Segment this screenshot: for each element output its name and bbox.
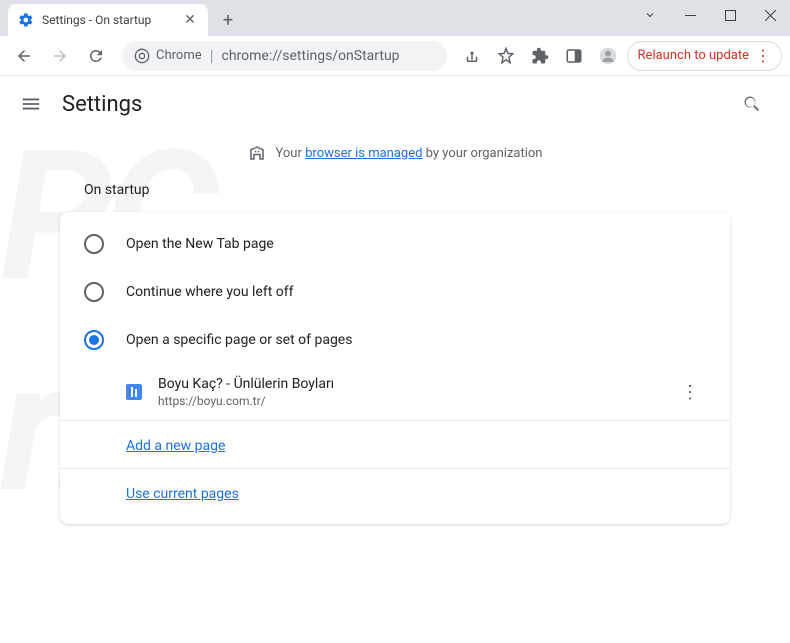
radio-option-newtab[interactable]: Open the New Tab page	[60, 220, 730, 268]
minimize-button[interactable]	[670, 0, 710, 30]
page-favicon	[126, 384, 142, 400]
maximize-button[interactable]	[710, 0, 750, 30]
page-title: Settings	[62, 92, 142, 117]
tab-title: Settings - On startup	[42, 13, 174, 27]
radio-option-continue[interactable]: Continue where you left off	[60, 268, 730, 316]
site-info-icon[interactable]: Chrome	[134, 48, 202, 64]
browser-tab[interactable]: Settings - On startup ✕	[8, 4, 208, 36]
forward-button[interactable]	[44, 40, 76, 72]
sidepanel-icon[interactable]	[559, 41, 589, 71]
browser-toolbar: Chrome | chrome://settings/onStartup Rel…	[0, 36, 790, 76]
managed-banner: Your browser is managed by your organiza…	[0, 132, 790, 182]
chevron-down-icon[interactable]	[630, 0, 670, 30]
managed-suffix: by your organization	[422, 146, 542, 161]
new-tab-button[interactable]: +	[214, 6, 242, 34]
radio-icon	[84, 234, 104, 254]
radio-icon	[84, 330, 104, 350]
address-bar[interactable]: Chrome | chrome://settings/onStartup	[122, 41, 447, 71]
managed-prefix: Your	[276, 146, 306, 161]
radio-label: Open the New Tab page	[126, 236, 274, 252]
radio-option-specific[interactable]: Open a specific page or set of pages	[60, 316, 730, 364]
omnibox-prefix: Chrome	[156, 48, 202, 63]
settings-header: Settings	[0, 76, 790, 132]
relaunch-button[interactable]: Relaunch to update ⋮	[627, 41, 782, 71]
use-current-row: Use current pages	[60, 468, 730, 516]
startup-card: Open the New Tab page Continue where you…	[60, 212, 730, 524]
back-button[interactable]	[8, 40, 40, 72]
startup-page-url: https://boyu.com.tr/	[158, 394, 658, 408]
bookmark-icon[interactable]	[491, 41, 521, 71]
radio-icon	[84, 282, 104, 302]
omnibox-divider: |	[210, 46, 214, 65]
search-icon[interactable]	[734, 86, 770, 122]
profile-icon[interactable]	[593, 41, 623, 71]
more-icon: ⋮	[755, 46, 771, 65]
reload-button[interactable]	[80, 40, 112, 72]
more-icon[interactable]: ⋮	[674, 376, 706, 408]
window-titlebar: Settings - On startup ✕ +	[0, 0, 790, 36]
add-page-row: Add a new page	[60, 420, 730, 468]
share-icon[interactable]	[457, 41, 487, 71]
menu-icon[interactable]	[20, 93, 42, 115]
extensions-icon[interactable]	[525, 41, 555, 71]
radio-label: Continue where you left off	[126, 284, 294, 300]
add-page-link[interactable]: Add a new page	[126, 438, 225, 454]
gear-icon	[18, 12, 34, 28]
startup-page-title: Boyu Kaç? - Ünlülerin Boyları	[158, 376, 658, 392]
use-current-link[interactable]: Use current pages	[126, 486, 239, 502]
omnibox-url: chrome://settings/onStartup	[222, 48, 400, 64]
startup-page-row: Boyu Kaç? - Ünlülerin Boyları https://bo…	[60, 364, 730, 420]
building-icon	[248, 144, 266, 162]
close-icon[interactable]: ✕	[182, 12, 198, 28]
relaunch-label: Relaunch to update	[638, 48, 749, 63]
managed-link[interactable]: browser is managed	[305, 146, 422, 161]
section-title: On startup	[84, 182, 730, 198]
radio-label: Open a specific page or set of pages	[126, 332, 352, 348]
close-button[interactable]	[750, 0, 790, 30]
